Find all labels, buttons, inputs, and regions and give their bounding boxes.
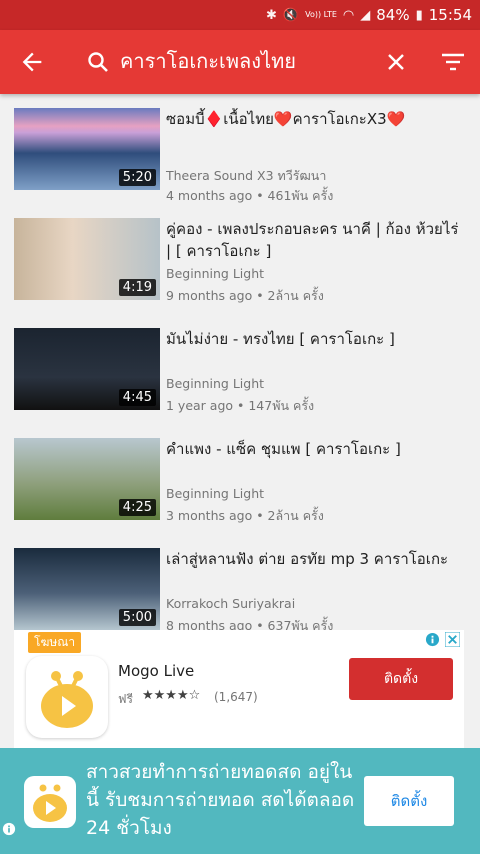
rating-count: (1,647) — [214, 690, 258, 704]
video-thumbnail[interactable]: 4:45 — [14, 328, 160, 410]
ad-close-icon[interactable] — [445, 632, 460, 647]
volte-indicator: Vo)) LTE — [305, 10, 337, 19]
video-meta: 9 months ago • 2ล้าน ครั้ง — [166, 288, 324, 303]
mogo-logo-icon — [33, 784, 67, 822]
filter-icon[interactable] — [440, 50, 466, 74]
video-thumbnail[interactable]: 5:00 — [14, 548, 160, 630]
rating-stars: ★★★★☆ — [142, 688, 201, 703]
video-title[interactable]: คำแพง - แซ็ค ชุมแพ [ คาราโอเกะ ] — [166, 438, 466, 460]
signal-icon: ◢ — [360, 7, 371, 23]
video-meta: 4 months ago • 461พัน ครั้ง — [166, 188, 334, 203]
video-channel: Beginning Light — [166, 266, 265, 281]
ad-price: ฟรี — [118, 692, 133, 706]
ad-install-button[interactable]: ติดตั้ง — [349, 658, 453, 700]
video-item[interactable]: 4:25 คำแพง - แซ็ค ชุมแพ [ คาราโอเกะ ] Be… — [0, 438, 480, 538]
video-meta: 1 year ago • 147พัน ครั้ง — [166, 398, 315, 413]
video-item[interactable]: 5:20 ซอมบี้♦️เนื้อไทย❤️คาราโอเกะX3❤️ The… — [0, 108, 480, 208]
battery-icon: ▮ — [415, 7, 423, 23]
video-duration: 4:19 — [118, 279, 156, 296]
app-icon[interactable] — [26, 656, 108, 738]
video-title[interactable]: คู่คอง - เพลงประกอบละคร นาคี | ก้อง ห้วย… — [166, 218, 466, 262]
video-thumbnail[interactable]: 4:19 — [14, 218, 160, 300]
video-duration: 4:25 — [118, 499, 156, 516]
video-title[interactable]: มันไม่ง่าย - ทรงไทย [ คาราโอเกะ ] — [166, 328, 466, 350]
clock: 15:54 — [428, 6, 472, 24]
ad-banner-text: สาวสวยทำการถ่ายทอดสด อยู่ในนี้ รับชมการถ… — [86, 761, 355, 839]
app-bar: คาราโอเกะเพลงไทย — [0, 30, 480, 94]
video-title[interactable]: ซอมบี้♦️เนื้อไทย❤️คาราโอเกะX3❤️ — [166, 108, 466, 130]
ad-info-icon[interactable] — [2, 822, 16, 836]
ad-banner[interactable]: สาวสวยทำการถ่ายทอดสด อยู่ในนี้ รับชมการถ… — [0, 748, 480, 854]
clear-search-icon[interactable] — [384, 50, 408, 74]
video-duration: 4:45 — [118, 389, 156, 406]
video-duration: 5:20 — [118, 169, 156, 186]
video-meta: 3 months ago • 2ล้าน ครั้ง — [166, 508, 324, 523]
video-channel: Beginning Light — [166, 376, 265, 391]
video-item[interactable]: 4:19 คู่คอง - เพลงประกอบละคร นาคี | ก้อง… — [0, 218, 480, 318]
ad-app-name: Mogo Live — [118, 662, 195, 680]
search-icon[interactable] — [86, 50, 110, 74]
battery-percent: 84% — [376, 6, 410, 24]
ad-card[interactable]: โฆษณา Mogo Live ฟรี ★★★★☆ (1,647) ติดตั้… — [14, 630, 464, 748]
video-channel: Beginning Light — [166, 486, 265, 501]
wifi-icon: ◠ — [342, 7, 355, 23]
mogo-logo-icon — [41, 671, 93, 728]
video-thumbnail[interactable]: 4:25 — [14, 438, 160, 520]
bluetooth-icon: ✱ — [266, 7, 277, 23]
back-arrow-icon[interactable] — [18, 48, 46, 76]
ad-badge: โฆษณา — [28, 632, 82, 653]
ad-info-icon[interactable] — [425, 632, 440, 647]
video-item[interactable]: 4:45 มันไม่ง่าย - ทรงไทย [ คาราโอเกะ ] B… — [0, 328, 480, 428]
ad-banner-install-button[interactable]: ติดตั้ง — [364, 776, 454, 826]
status-bar: ✱ 🔇 Vo)) LTE ◠ ◢ 84% ▮ 15:54 — [0, 0, 480, 30]
video-thumbnail[interactable]: 5:20 — [14, 108, 160, 190]
video-channel: Korrakoch Suriyakrai — [166, 596, 296, 611]
app-icon[interactable] — [24, 776, 76, 828]
search-query[interactable]: คาราโอเกะเพลงไทย — [120, 46, 296, 76]
mute-icon: 🔇 — [282, 7, 300, 23]
video-duration: 5:00 — [118, 609, 156, 626]
video-title[interactable]: เล่าสู่หลานฟัง ต่าย อรทัย mp 3 คาราโอเกะ — [166, 548, 466, 570]
video-channel: Theera Sound X3 ทวีรัฒนา — [166, 168, 327, 183]
